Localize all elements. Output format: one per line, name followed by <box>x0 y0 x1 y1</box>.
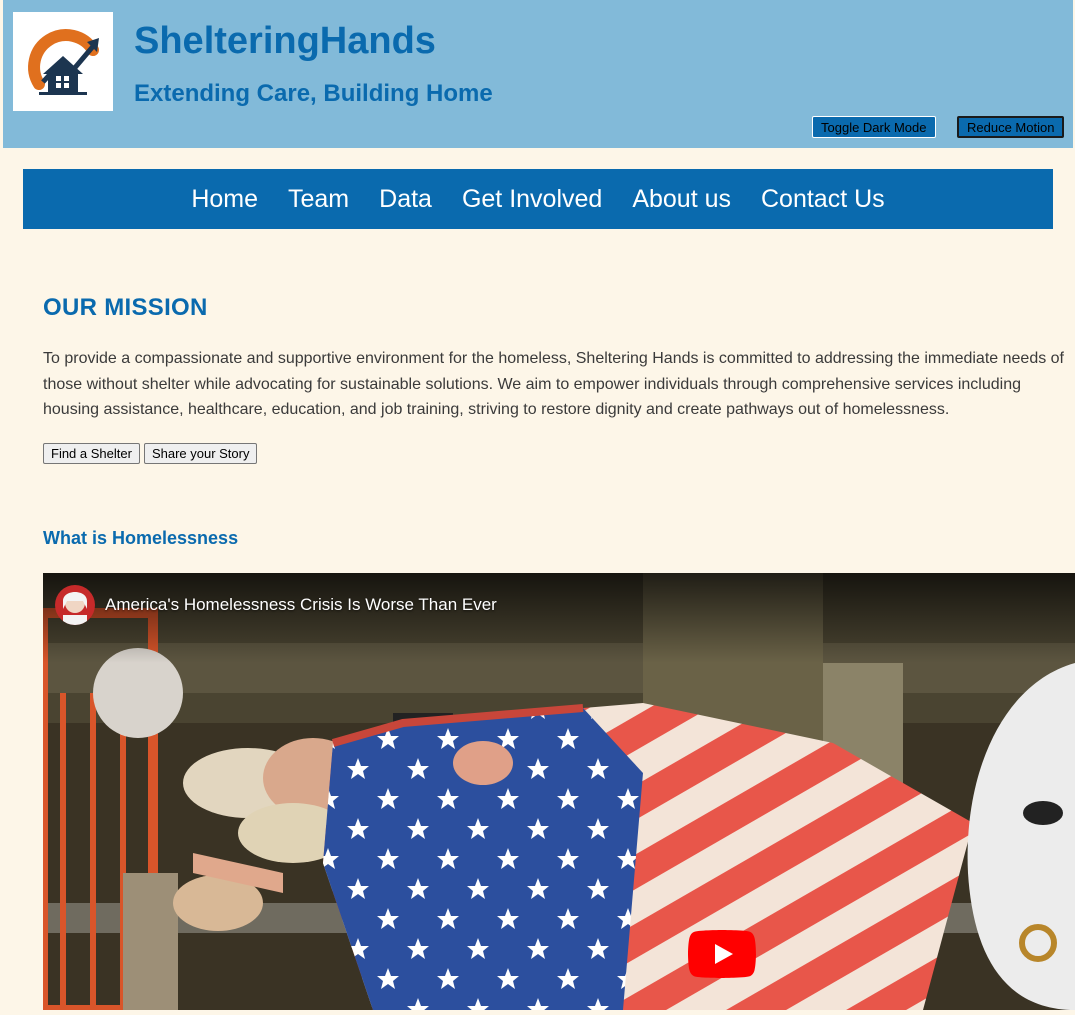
main-nav: Home Team Data Get Involved About us Con… <box>23 169 1053 229</box>
toggle-dark-mode-button[interactable]: Toggle Dark Mode <box>812 116 936 138</box>
video-embed[interactable]: America's Homelessness Crisis Is Worse T… <box>43 573 1075 1010</box>
video-title[interactable]: America's Homelessness Crisis Is Worse T… <box>105 595 497 615</box>
site-tagline: Extending Care, Building Home <box>134 80 493 107</box>
mission-heading: OUR MISSION <box>43 294 208 321</box>
site-header: ShelteringHands Extending Care, Building… <box>3 0 1073 148</box>
find-shelter-button[interactable]: Find a Shelter <box>43 443 140 464</box>
nav-item-about-us[interactable]: About us <box>632 185 731 214</box>
nav-item-team[interactable]: Team <box>288 185 349 214</box>
video-thumbnail <box>43 573 1075 1010</box>
youtube-play-icon[interactable] <box>688 930 756 983</box>
nav-item-get-involved[interactable]: Get Involved <box>462 185 602 214</box>
site-title: ShelteringHands <box>134 20 436 62</box>
homelessness-heading: What is Homelessness <box>43 528 239 548</box>
site-logo[interactable] <box>13 12 113 111</box>
nav-item-home[interactable]: Home <box>191 185 258 214</box>
share-story-button[interactable]: Share your Story <box>143 443 258 464</box>
mission-text: To provide a compassionate and supportiv… <box>43 350 1064 418</box>
reduce-motion-button[interactable]: Reduce Motion <box>957 116 1065 138</box>
nav-item-contact-us[interactable]: Contact Us <box>761 185 885 214</box>
channel-avatar[interactable] <box>55 585 95 625</box>
mission-actions: Find a Shelter Share your Story <box>43 443 258 464</box>
nav-item-data[interactable]: Data <box>379 185 432 214</box>
house-growth-arrow-icon <box>28 29 99 95</box>
